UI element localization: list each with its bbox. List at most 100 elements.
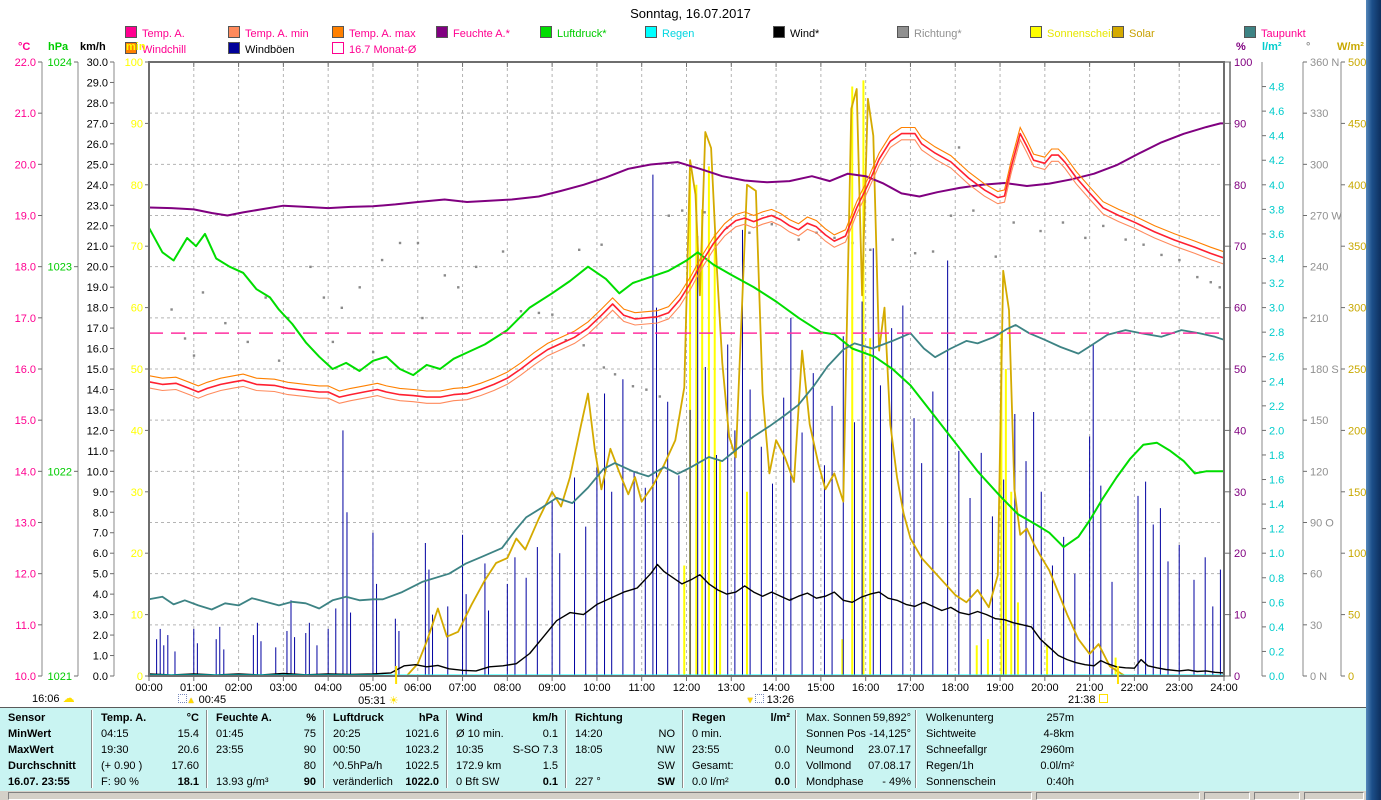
svg-text:1.4: 1.4 xyxy=(1269,499,1284,511)
moon-icon xyxy=(754,694,764,703)
group-temp-a-: Temp. A. °C 04:15 15.4 19:30 20.6 (+ 0.90 ) 17.… xyxy=(95,710,203,790)
table-cell: Sensor xyxy=(8,712,46,724)
x-tick-label: 08:00 xyxy=(493,682,522,694)
svg-text:2.0: 2.0 xyxy=(93,630,108,642)
svg-text:90: 90 xyxy=(131,118,143,130)
svg-text:300: 300 xyxy=(1310,159,1328,171)
svg-text:18.0: 18.0 xyxy=(87,303,108,315)
status-bar-panel xyxy=(1304,792,1364,800)
svg-text:25.0: 25.0 xyxy=(87,159,108,171)
x-tick-label: 05:00 xyxy=(359,682,387,694)
svg-text:17.0: 17.0 xyxy=(15,313,36,325)
svg-text:2.2: 2.2 xyxy=(1269,401,1284,413)
table-cell: veränderlich 1022.0 xyxy=(333,776,439,788)
x-tick-label: 19:00 xyxy=(986,682,1014,694)
svg-text:26.0: 26.0 xyxy=(87,139,108,151)
x-tick-label: 18:00 xyxy=(941,682,970,694)
group-feuchte-a-: Feuchte A.% 01:45 75 23:55 90 80 13.93 g/m³ 90 xyxy=(210,710,320,790)
svg-text:6.0: 6.0 xyxy=(93,548,108,560)
table-cell: Gesamt: 0.0 xyxy=(692,760,790,772)
svg-text:70: 70 xyxy=(131,241,143,253)
table-cell: Durchschnitt xyxy=(8,760,76,772)
svg-text:16.0: 16.0 xyxy=(15,364,36,376)
svg-text:180 S: 180 S xyxy=(1310,364,1339,376)
svg-text:0.2: 0.2 xyxy=(1269,646,1284,658)
svg-text:11.0: 11.0 xyxy=(15,620,36,632)
svg-text:60: 60 xyxy=(131,303,143,315)
svg-text:22.0: 22.0 xyxy=(87,221,108,233)
x-tick-label: 11:00 xyxy=(628,682,656,694)
svg-text:9.0: 9.0 xyxy=(93,487,108,499)
svg-text:1.2: 1.2 xyxy=(1269,524,1284,536)
extra-column: Wolkenunterg 257m Sichtweite 4-8km Schneefal… xyxy=(920,710,1078,790)
weather-chart-svg: 10.0 11.0 12.0 13.0 14.0 15.0 16.0 17.0 18.0 19.0… xyxy=(15,57,1366,684)
table-cell: Mondphase - 49% xyxy=(806,776,911,788)
svg-text:250: 250 xyxy=(1348,364,1366,376)
table-cell: Wind km/h xyxy=(456,712,558,724)
table-cell: 227 ° SW xyxy=(575,776,675,788)
table-cell: 01:45 75 xyxy=(216,728,316,740)
svg-text:30: 30 xyxy=(1234,487,1246,499)
svg-text:350: 350 xyxy=(1348,241,1366,253)
svg-text:0.0: 0.0 xyxy=(1269,671,1284,683)
svg-text:50: 50 xyxy=(1348,610,1360,622)
svg-text:80: 80 xyxy=(1234,180,1246,192)
column-separator xyxy=(565,710,567,788)
group-wind: Wind km/h Ø 10 min. 0.1 10:35 S-SO 7.3 172.9 k… xyxy=(450,710,562,790)
status-bar xyxy=(0,791,1366,800)
table-cell: 80 xyxy=(303,760,316,772)
x-tick-label: 00:00 xyxy=(135,682,163,694)
x-tick-label: 09:00 xyxy=(538,682,566,694)
table-cell: MaxWert xyxy=(8,744,54,756)
svg-text:8.0: 8.0 xyxy=(93,507,108,519)
svg-text:210: 210 xyxy=(1310,313,1328,325)
svg-text:1022: 1022 xyxy=(48,466,72,478)
x-tick-label: 07:00 xyxy=(448,682,477,694)
table-cell: 0.0 l/m² 0.0 xyxy=(692,776,790,788)
column-separator xyxy=(323,710,325,788)
svg-text:17.0: 17.0 xyxy=(87,323,108,335)
astro-column: Max. Sonnen 59,892° Sonnen Pos -14,125° Neum… xyxy=(800,710,915,790)
column-separator xyxy=(446,710,448,788)
svg-text:4.2: 4.2 xyxy=(1269,155,1284,167)
svg-text:27.0: 27.0 xyxy=(87,118,108,130)
table-cell: 23:55 90 xyxy=(216,744,316,756)
table-cell: Max. Sonnen 59,892° xyxy=(806,712,911,724)
x-tick-label: 13:00 xyxy=(717,682,746,694)
svg-text:20.0: 20.0 xyxy=(87,262,108,274)
svg-text:330: 330 xyxy=(1310,108,1328,120)
x-tick-label: 23:00 xyxy=(1165,682,1193,694)
svg-text:100: 100 xyxy=(1348,548,1366,560)
moon-icon xyxy=(177,694,187,703)
sun-icon: ☀ xyxy=(388,695,399,707)
status-bar-panel xyxy=(8,792,1032,800)
table-cell: Schneefallgr 2960m xyxy=(926,744,1074,756)
table-cell: Feuchte A.% xyxy=(216,712,316,724)
svg-text:13.0: 13.0 xyxy=(87,405,108,417)
x-tick-label: 20:00 xyxy=(1031,682,1059,694)
svg-text:21.0: 21.0 xyxy=(87,241,108,253)
svg-text:3.0: 3.0 xyxy=(1269,303,1284,315)
up-arrow-icon: ▲ xyxy=(186,695,196,705)
statistics-table: Sensor MinWert MaxWert Durchschnitt 16.07. 2… xyxy=(0,707,1366,792)
svg-text:24.0: 24.0 xyxy=(87,180,108,192)
svg-text:450: 450 xyxy=(1348,118,1366,130)
svg-text:0.6: 0.6 xyxy=(1269,597,1284,609)
window-edge-band xyxy=(1366,0,1381,800)
svg-text:4.8: 4.8 xyxy=(1269,82,1284,94)
table-cell: 172.9 km 1.5 xyxy=(456,760,558,772)
svg-text:500: 500 xyxy=(1348,57,1366,69)
status-bar-panel xyxy=(1036,792,1200,800)
sun-set-icon xyxy=(1098,694,1108,703)
svg-text:240: 240 xyxy=(1310,262,1328,274)
table-cell: (+ 0.90 ) 17.60 xyxy=(101,760,199,772)
column-separator xyxy=(795,710,797,788)
x-tick-label: 17:00 xyxy=(896,682,925,694)
svg-text:120: 120 xyxy=(1310,466,1328,478)
svg-text:11.0: 11.0 xyxy=(87,446,108,458)
table-cell: Sichtweite 4-8km xyxy=(926,728,1074,740)
x-tick-label: 01:00 xyxy=(180,682,208,694)
svg-text:400: 400 xyxy=(1348,180,1366,192)
x-tick-label: 10:00 xyxy=(583,682,611,694)
svg-text:4.0: 4.0 xyxy=(93,589,108,601)
